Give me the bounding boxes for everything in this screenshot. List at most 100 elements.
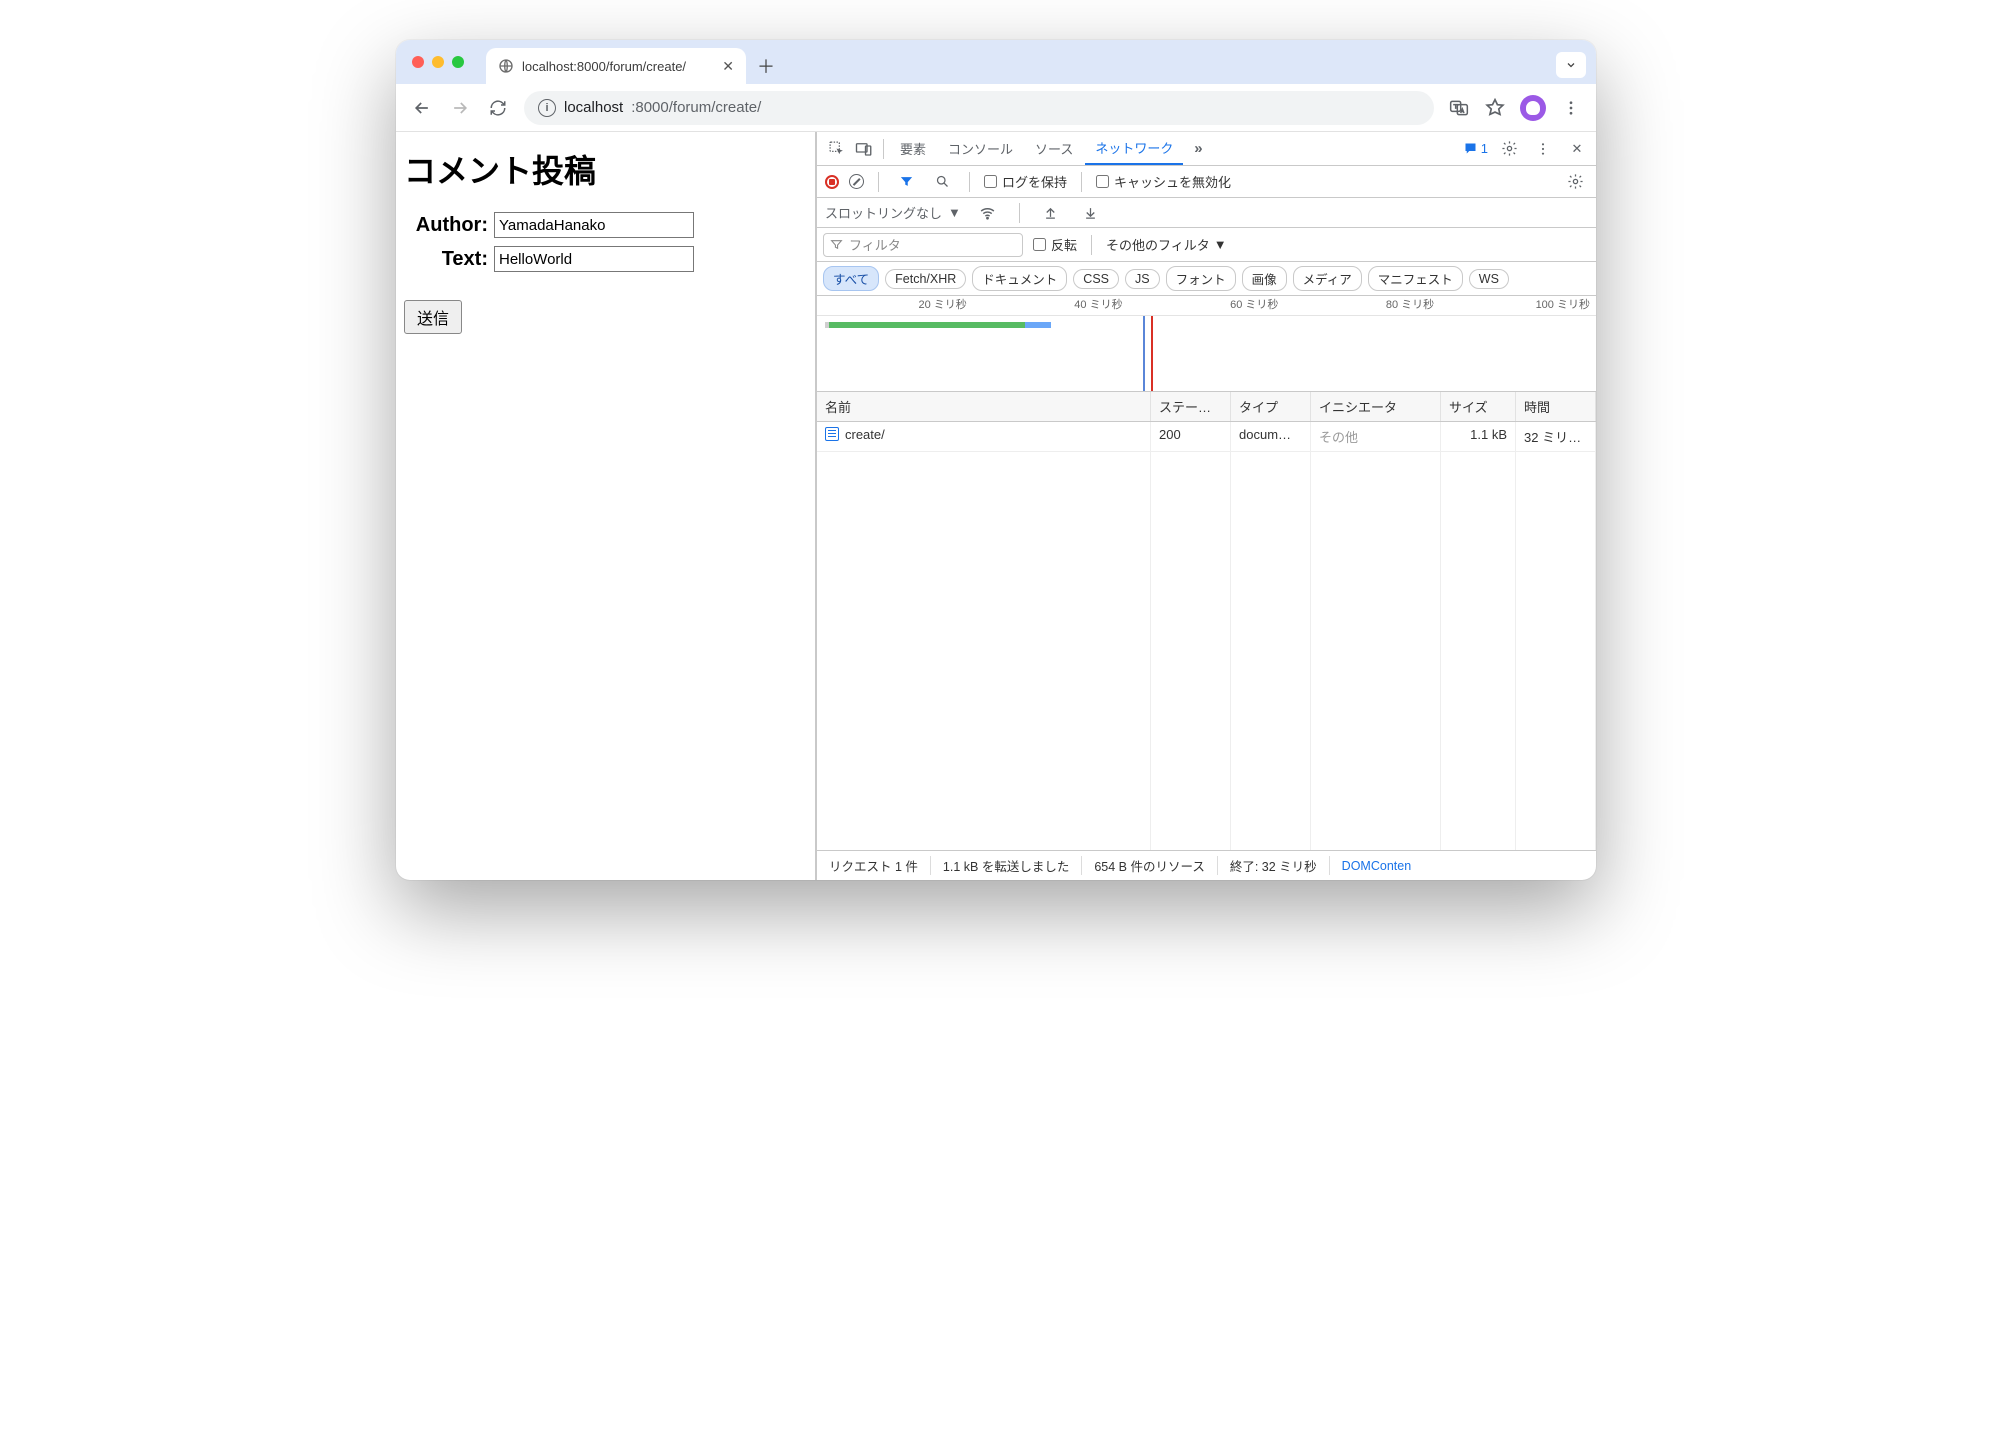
tick: 80 ミリ秒 xyxy=(1284,296,1440,315)
disable-cache-input[interactable] xyxy=(1096,175,1109,188)
tick: 20 ミリ秒 xyxy=(817,296,973,315)
reload-button[interactable] xyxy=(486,96,510,120)
site-info-icon[interactable]: i xyxy=(538,99,556,117)
network-settings-icon[interactable] xyxy=(1562,169,1588,195)
new-tab-button[interactable]: ＋ xyxy=(752,52,780,80)
upload-har-icon[interactable] xyxy=(1038,200,1064,226)
table-row[interactable]: create/ 200 docum… その他 1.1 kB 32 ミリ… xyxy=(817,422,1596,452)
author-input[interactable] xyxy=(494,212,694,238)
tab-network[interactable]: ネットワーク xyxy=(1085,132,1183,165)
chip-css[interactable]: CSS xyxy=(1073,269,1119,289)
tick: 60 ミリ秒 xyxy=(1129,296,1285,315)
clear-button[interactable] xyxy=(849,174,864,189)
tabs-dropdown-button[interactable] xyxy=(1556,52,1586,78)
filter-toggle-icon[interactable] xyxy=(893,169,919,195)
disable-cache-label: キャッシュを無効化 xyxy=(1114,172,1231,191)
close-tab-icon[interactable]: ✕ xyxy=(722,58,734,75)
status-finish: 終了: 32 ミリ秒 xyxy=(1218,856,1330,875)
text-input[interactable] xyxy=(494,246,694,272)
filter-bar: フィルタ 反転 その他のフィルタ▼ xyxy=(817,228,1596,262)
tab-console[interactable]: コンソール xyxy=(938,132,1023,165)
tab-sources[interactable]: ソース xyxy=(1025,132,1083,165)
browser-menu-icon[interactable] xyxy=(1560,97,1582,119)
profile-avatar[interactable] xyxy=(1520,95,1546,121)
chip-ws[interactable]: WS xyxy=(1469,269,1509,289)
tab-elements[interactable]: 要素 xyxy=(890,132,936,165)
chip-fetch-xhr[interactable]: Fetch/XHR xyxy=(885,269,966,289)
chip-document[interactable]: ドキュメント xyxy=(972,266,1067,291)
type-filter-chips: すべて Fetch/XHR ドキュメント CSS JS フォント 画像 メディア… xyxy=(817,262,1596,296)
invert-input[interactable] xyxy=(1033,238,1046,251)
record-button[interactable] xyxy=(825,175,839,189)
col-initiator[interactable]: イニシエータ xyxy=(1311,392,1441,421)
submit-button[interactable]: 送信 xyxy=(404,300,462,334)
issues-button[interactable]: 1 xyxy=(1463,141,1488,156)
status-resources: 654 B 件のリソース xyxy=(1082,856,1218,875)
filter-input[interactable]: フィルタ xyxy=(823,233,1023,257)
chip-media[interactable]: メディア xyxy=(1293,266,1362,291)
table-header: 名前 ステー… タイプ イニシエータ サイズ 時間 xyxy=(817,392,1596,422)
devtools-menu-icon[interactable] xyxy=(1530,136,1556,162)
search-icon[interactable] xyxy=(929,169,955,195)
fullscreen-window-button[interactable] xyxy=(452,56,464,68)
network-conditions-icon[interactable] xyxy=(975,200,1001,226)
request-table: 名前 ステー… タイプ イニシエータ サイズ 時間 create/ 200 do… xyxy=(817,392,1596,850)
col-name[interactable]: 名前 xyxy=(817,392,1151,421)
invert-checkbox[interactable]: 反転 xyxy=(1033,235,1077,254)
disable-cache-checkbox[interactable]: キャッシュを無効化 xyxy=(1096,172,1231,191)
chip-all[interactable]: すべて xyxy=(823,266,879,291)
chip-font[interactable]: フォント xyxy=(1166,266,1236,291)
preserve-log-input[interactable] xyxy=(984,175,997,188)
more-tabs-icon[interactable]: » xyxy=(1185,136,1211,162)
forward-button[interactable] xyxy=(448,96,472,120)
cell-time: 32 ミリ… xyxy=(1516,422,1596,451)
chip-manifest[interactable]: マニフェスト xyxy=(1368,266,1463,291)
devtools-tabbar-right: 1 ✕ xyxy=(1463,136,1590,162)
load-event-line xyxy=(1151,316,1153,391)
url-host: localhost xyxy=(564,99,623,116)
status-requests: リクエスト 1 件 xyxy=(817,856,931,875)
col-size[interactable]: サイズ xyxy=(1441,392,1516,421)
status-transferred: 1.1 kB を転送しました xyxy=(931,856,1082,875)
waterfall-overview[interactable]: 20 ミリ秒 40 ミリ秒 60 ミリ秒 80 ミリ秒 100 ミリ秒 xyxy=(817,296,1596,392)
col-time[interactable]: 時間 xyxy=(1516,392,1596,421)
tab-strip: localhost:8000/forum/create/ ✕ ＋ xyxy=(396,40,1596,84)
translate-icon[interactable] xyxy=(1448,97,1470,119)
cell-size: 1.1 kB xyxy=(1441,422,1516,451)
devtools-panel: 要素 コンソール ソース ネットワーク » 1 ✕ ログを保持 xyxy=(816,132,1596,880)
col-status[interactable]: ステー… xyxy=(1151,392,1231,421)
form-row-author: Author: xyxy=(404,212,807,238)
address-bar[interactable]: i localhost:8000/forum/create/ xyxy=(524,91,1434,125)
form-row-text: Text: xyxy=(404,246,807,272)
download-har-icon[interactable] xyxy=(1078,200,1104,226)
minimize-window-button[interactable] xyxy=(432,56,444,68)
separator xyxy=(883,139,884,159)
close-devtools-icon[interactable]: ✕ xyxy=(1564,136,1590,162)
filter-placeholder: フィルタ xyxy=(849,235,901,254)
status-bar: リクエスト 1 件 1.1 kB を転送しました 654 B 件のリソース 終了… xyxy=(817,850,1596,880)
inspect-element-icon[interactable] xyxy=(823,136,849,162)
device-toolbar-icon[interactable] xyxy=(851,136,877,162)
toolbar-right xyxy=(1448,95,1582,121)
browser-toolbar: i localhost:8000/forum/create/ xyxy=(396,84,1596,132)
content-area: コメント投稿 Author: Text: 送信 要素 コンソール ソース ネット… xyxy=(396,132,1596,880)
throttling-select[interactable]: スロットリングなし ▼ xyxy=(825,203,961,222)
settings-icon[interactable] xyxy=(1496,136,1522,162)
close-window-button[interactable] xyxy=(412,56,424,68)
chevron-down-icon: ▼ xyxy=(1214,237,1227,252)
col-type[interactable]: タイプ xyxy=(1231,392,1311,421)
tick: 100 ミリ秒 xyxy=(1440,296,1596,315)
chip-js[interactable]: JS xyxy=(1125,269,1160,289)
status-domcontentloaded[interactable]: DOMConten xyxy=(1330,859,1423,873)
chip-image[interactable]: 画像 xyxy=(1242,266,1287,291)
other-filters-dropdown[interactable]: その他のフィルタ▼ xyxy=(1106,235,1227,254)
bookmark-icon[interactable] xyxy=(1484,97,1506,119)
back-button[interactable] xyxy=(410,96,434,120)
table-body[interactable]: create/ 200 docum… その他 1.1 kB 32 ミリ… xyxy=(817,422,1596,850)
cell-name: create/ xyxy=(817,422,1151,451)
network-toolbar-right xyxy=(1562,169,1588,195)
browser-tab[interactable]: localhost:8000/forum/create/ ✕ xyxy=(486,48,746,84)
devtools-tabbar: 要素 コンソール ソース ネットワーク » 1 ✕ xyxy=(817,132,1596,166)
separator xyxy=(1081,172,1082,192)
preserve-log-checkbox[interactable]: ログを保持 xyxy=(984,172,1067,191)
